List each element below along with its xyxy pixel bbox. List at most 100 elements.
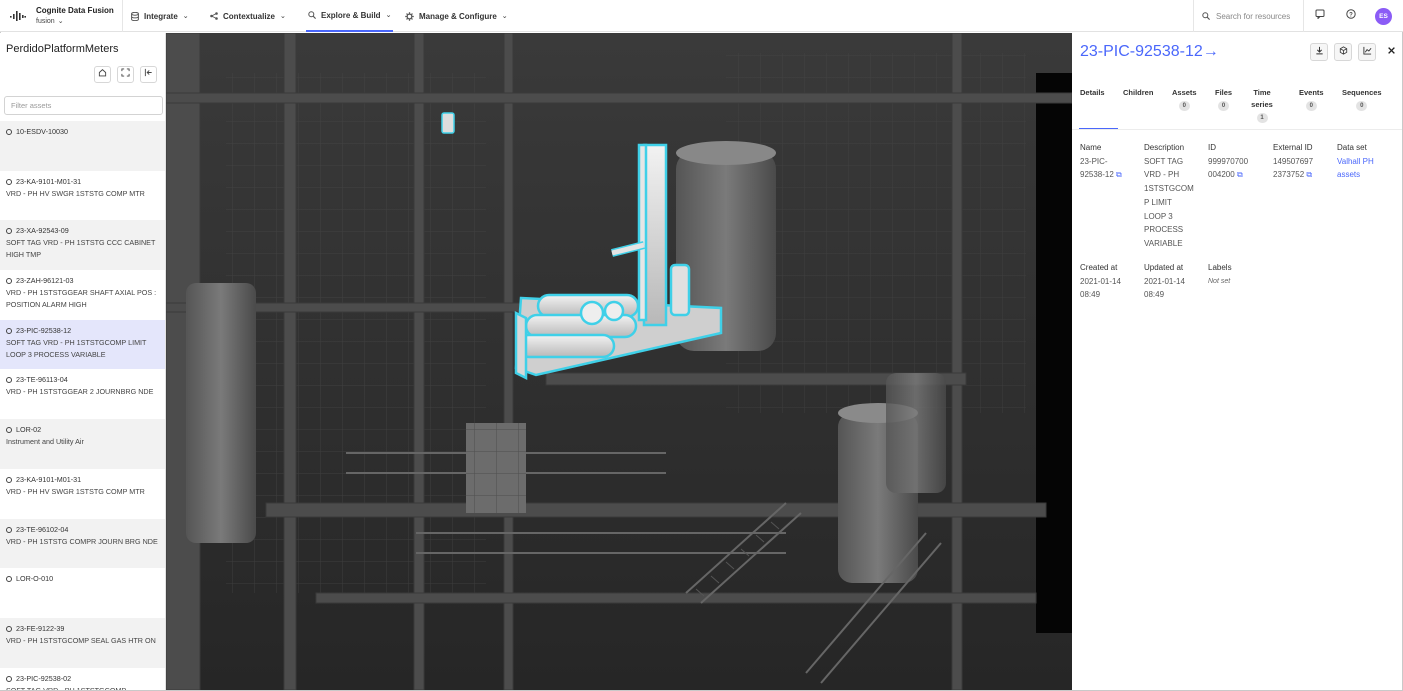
asset-list-item[interactable]: 23-TE-96113-04 VRD - PH 1STSTGGEAR 2 JOUR… (0, 369, 165, 419)
tab-time-series[interactable]: Time series 1 (1251, 87, 1273, 123)
asset-description: SOFT TAG VRD - PH 1STSTGCOMP (6, 685, 162, 690)
field-value: PROCESS (1144, 225, 1184, 235)
nav-integrate[interactable]: Integrate ⌄ (131, 0, 189, 32)
chart-button[interactable] (1358, 43, 1376, 61)
nav-contextualize-label: Contextualize (223, 11, 276, 21)
3d-viewer[interactable] (166, 33, 1072, 690)
tab-label: Assets (1172, 88, 1197, 97)
field-value: P LIMIT (1144, 197, 1172, 207)
asset-list-item[interactable]: 23-TE-96102-04 VRD - PH 1STSTG COMPR JOUR… (0, 518, 165, 569)
asset-code: 23-PIC-92538-12 (16, 325, 72, 335)
count-badge: 0 (1178, 101, 1190, 111)
copy-icon[interactable]: ⧉ (1237, 170, 1243, 179)
user-avatar[interactable]: ES (1375, 8, 1392, 25)
top-bar: Cognite Data Fusion fusion ⌄ Integrate ⌄ … (0, 0, 1403, 32)
field-value: 2021-01-14 (1080, 276, 1121, 286)
asset-list-item[interactable]: 10-ESDV-10030 (0, 121, 165, 171)
asset-list-item[interactable]: LOR-O-010 (0, 568, 165, 618)
field-value: 08:49 (1144, 290, 1165, 300)
copy-icon[interactable]: ⧉ (1116, 170, 1122, 179)
asset-description: VRD - PH 1STSTG COMPR JOURN BRG NDE (6, 536, 158, 546)
project-switcher[interactable]: Cognite Data Fusion fusion ⌄ (36, 5, 114, 27)
tab-events[interactable]: Events 0 (1299, 87, 1324, 111)
circle-icon (6, 377, 12, 384)
field-value: VARIABLE (1144, 238, 1183, 248)
tab-assets[interactable]: Assets 0 (1172, 87, 1197, 111)
cube-icon (1339, 46, 1347, 55)
3d-model-canvas[interactable] (166, 33, 1072, 690)
data-set-link[interactable]: Valhall PH (1337, 155, 1374, 169)
field-label: Labels (1208, 263, 1232, 272)
feedback-icon[interactable] (1313, 9, 1327, 23)
divider (122, 0, 123, 32)
asset-list-item[interactable]: 23-PIC-92538-02 SOFT TAG VRD - PH 1STSTGC… (0, 668, 165, 690)
field-value: 23-PIC- (1080, 156, 1108, 166)
count-badge: 0 (1356, 101, 1368, 111)
asset-list-item[interactable]: 23-KA-9101-M01-31 VRD - PH HV SWGR 1STSTG… (0, 171, 165, 221)
nav-contextualize[interactable]: Contextualize ⌄ (210, 0, 286, 32)
gear-icon (405, 11, 414, 21)
tab-sequences[interactable]: Sequences 0 (1342, 87, 1382, 111)
data-set-link[interactable]: assets (1337, 168, 1374, 182)
asset-description: VRD - PH HV SWGR 1STSTG COMP MTR (6, 188, 145, 198)
field-label: Created at (1080, 263, 1118, 272)
field-created-at: Created at 2021-01-14 08:49 (1080, 261, 1121, 302)
field-description: Description SOFT TAG VRD - PH 1STSTGCOM … (1144, 141, 1194, 251)
field-value: 149507697 (1273, 156, 1314, 166)
asset-code: 23-ZAH-96121-03 (16, 276, 74, 286)
view-in-3d-button[interactable] (1334, 43, 1352, 61)
field-id: ID 999970700 004200 ⧉ (1208, 141, 1248, 182)
asset-tree-panel: PerdidoPlatformMeters 10-ESDV-10030 23-KA… (0, 33, 166, 690)
nav-manage-configure-label: Manage & Configure (419, 11, 497, 21)
asset-description: Instrument and Utility Air (6, 437, 84, 447)
asset-description: SOFT TAG VRD - PH 1STSTGCOMP LIMIT LOOP … (6, 337, 147, 359)
cognite-logo-icon[interactable] (10, 9, 26, 23)
fit-view-button[interactable] (117, 66, 134, 83)
tab-label: Children (1123, 88, 1154, 97)
divider (1303, 0, 1304, 32)
field-label: Data set (1337, 143, 1367, 152)
asset-list-item[interactable]: 23-KA-9101-M01-31 VRD - PH HV SWGR 1STSTG… (0, 469, 165, 519)
field-label: Description (1144, 143, 1185, 152)
asset-details-panel: 23-PIC-92538-12→ Details Children Assets… (1072, 33, 1402, 690)
tab-children[interactable]: Children (1123, 87, 1153, 99)
field-value: 2021-01-14 (1144, 276, 1185, 286)
asset-list-item[interactable]: 23-PIC-92538-12 SOFT TAG VRD - PH 1STSTGC… (0, 319, 165, 370)
field-label: External ID (1273, 143, 1313, 152)
svg-text:?: ? (1349, 12, 1353, 18)
field-value: VRD - PH (1144, 170, 1180, 180)
chevron-down-icon: ⌄ (57, 18, 64, 25)
collapse-panel-button[interactable] (140, 66, 157, 83)
tab-files[interactable]: Files 0 (1215, 87, 1232, 111)
field-value: 92538-12 (1080, 170, 1114, 180)
field-value: 2373752 (1273, 170, 1305, 180)
asset-code: 10-ESDV-10030 (16, 127, 68, 136)
asset-code: LOR-O-010 (16, 574, 54, 584)
download-button[interactable] (1310, 43, 1328, 61)
tab-label: Details (1080, 88, 1105, 97)
close-button[interactable] (1382, 43, 1400, 61)
search-icon (1202, 12, 1210, 20)
nav-manage-configure[interactable]: Manage & Configure ⌄ (405, 0, 508, 32)
filter-assets-input[interactable] (4, 96, 163, 115)
asset-title-link[interactable]: 23-PIC-92538-12→ (1080, 43, 1219, 61)
tab-details[interactable]: Details (1079, 87, 1118, 130)
circle-icon (6, 476, 12, 483)
asset-list-item[interactable]: 23-XA-92543-09 SOFT TAG VRD - PH 1STSTG C… (0, 220, 165, 271)
nav-explore-build-label: Explore & Build (321, 10, 381, 20)
global-search[interactable]: Search for resources (1202, 0, 1290, 32)
chevron-down-icon: ⌄ (280, 13, 286, 20)
nav-integrate-label: Integrate (144, 11, 178, 21)
nav-explore-build[interactable]: Explore & Build ⌄ (306, 0, 394, 32)
copy-icon[interactable]: ⧉ (1306, 170, 1312, 179)
home-button[interactable] (94, 66, 111, 83)
asset-list-item[interactable]: 23-ZAH-96121-03 VRD - PH 1STSTGGEAR SHAFT… (0, 270, 165, 320)
asset-list-item[interactable]: 23-FE-9122-39 VRD - PH 1STSTGCOMP SEAL GA… (0, 617, 165, 668)
asset-list-item[interactable]: LOR-02 Instrument and Utility Air (0, 419, 165, 469)
help-icon[interactable]: ? (1344, 9, 1358, 23)
field-value: 08:49 (1080, 290, 1101, 300)
circle-icon (6, 228, 12, 235)
circle-icon (6, 625, 12, 632)
collapse-left-icon (144, 68, 152, 77)
asset-code: 23-TE-96102-04 (16, 524, 69, 534)
